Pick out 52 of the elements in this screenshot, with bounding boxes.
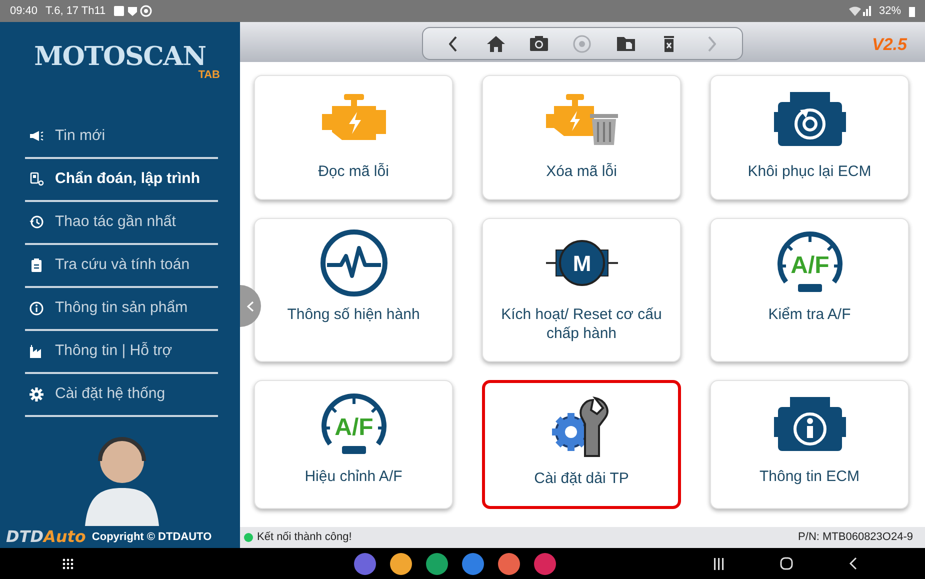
signal-icons: [848, 5, 871, 17]
sidebar-item[interactable]: Chẩn đoán, lập trình: [25, 159, 218, 202]
notification-icons: [114, 5, 152, 17]
chevron-left-icon: [448, 36, 457, 52]
dock-app-icon[interactable]: [354, 552, 376, 574]
record-icon: [571, 32, 594, 54]
sidebar-item[interactable]: Thông tin sản phẩm: [25, 288, 218, 331]
chevron-right-icon: [708, 36, 716, 52]
dock-app-icon[interactable]: [534, 552, 556, 574]
clock: 09:40: [10, 4, 38, 19]
recent-apps-icon[interactable]: [714, 558, 724, 570]
logo-text: MOTOSCAN: [34, 44, 206, 70]
chevron-left-icon: [247, 300, 254, 312]
brand-logo: DTDAuto: [6, 529, 86, 545]
sidebar-item[interactable]: Tra cứu và tính toán: [25, 245, 218, 288]
function-tile[interactable]: A/F Kiểm tra A/F: [710, 218, 909, 362]
function-tile[interactable]: Thông số hiện hành: [254, 218, 453, 362]
function-tile[interactable]: Thông tin ECM: [710, 380, 909, 509]
function-tile[interactable]: A/F Hiệu chỉnh A/F: [254, 380, 453, 509]
heartbeat-circle-icon: [318, 228, 388, 298]
date: T.6, 17 Th11: [46, 4, 106, 19]
engine-with-trash-can-icon: [544, 92, 620, 148]
copyright-text: Copyright © DTDAUTO: [92, 530, 212, 545]
battery-icon: [909, 6, 915, 16]
dock-app-icon[interactable]: [390, 552, 412, 574]
sidebar-item[interactable]: Tin mới: [25, 116, 218, 159]
home-icon[interactable]: [780, 557, 793, 570]
back-icon[interactable]: [849, 557, 857, 570]
function-tile[interactable]: Xóa mã lỗi: [482, 75, 681, 200]
part-number: P/N: MTB060823O24-9: [798, 530, 913, 546]
app-drawer-icon[interactable]: [62, 558, 74, 570]
dock-app-icon[interactable]: [426, 552, 448, 574]
dock-app-icon[interactable]: [498, 552, 520, 574]
version-label: V2.5: [872, 34, 907, 56]
function-tile[interactable]: M Kích hoạt/ Reset cơ cấu chấp hành: [482, 218, 681, 362]
sidebar-item[interactable]: Thao tác gần nhất: [25, 202, 218, 245]
dock-app-icon[interactable]: [462, 552, 484, 574]
function-tile[interactable]: Cài đặt dải TP: [482, 380, 681, 509]
connection-status: Kết nối thành công!: [257, 530, 352, 546]
function-tile[interactable]: Khôi phục lại ECM: [710, 75, 909, 200]
logo-subtitle: TAB: [198, 70, 220, 81]
clipboard-icon: [29, 258, 44, 273]
function-tile[interactable]: Đọc mã lỗi: [254, 75, 453, 200]
battery-percentage: 32%: [878, 4, 901, 19]
scanner-icon: [29, 172, 44, 187]
sidebar-item[interactable]: Thông tin | Hỗ trợ: [25, 331, 218, 374]
info-icon: [29, 301, 44, 316]
factory-icon: [29, 344, 44, 359]
megaphone-icon: [29, 129, 44, 144]
sidebar-item[interactable]: Cài đặt hệ thống: [25, 374, 218, 417]
settings-icon: [29, 387, 44, 402]
history-icon: [29, 215, 44, 230]
